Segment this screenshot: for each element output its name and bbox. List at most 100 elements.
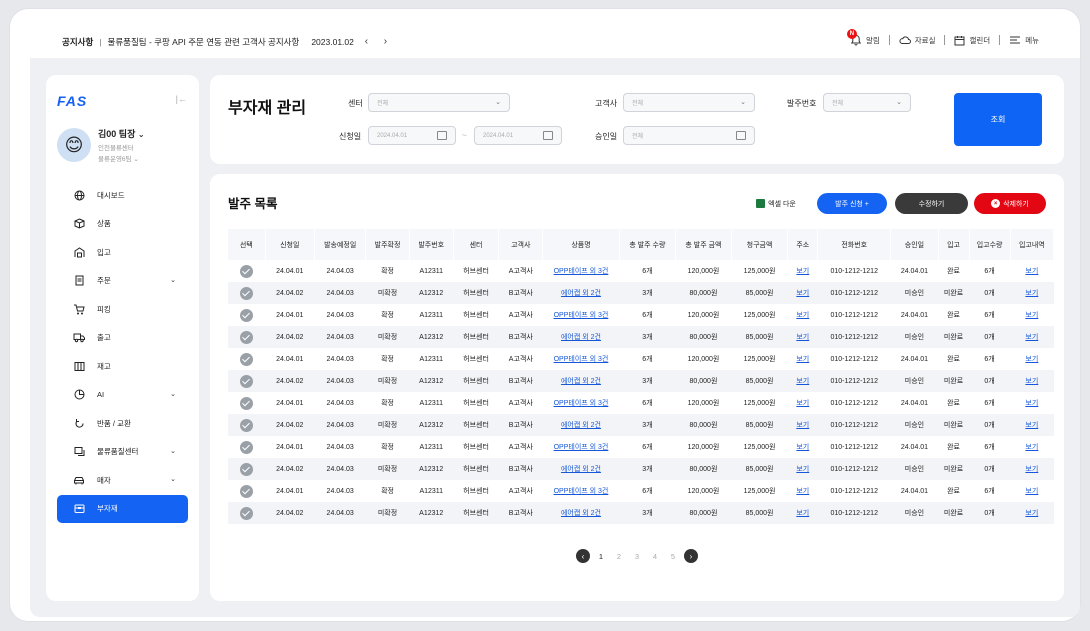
cell-link[interactable]: 보기 bbox=[796, 400, 809, 407]
row-checkbox[interactable] bbox=[240, 484, 254, 498]
column-header[interactable]: 센터 bbox=[453, 229, 500, 260]
nav-archive[interactable]: 자료실 bbox=[890, 35, 945, 46]
approve-date-input[interactable]: 전체 bbox=[623, 126, 755, 145]
table-row[interactable]: 24.04.02 24.04.03 미확정 A12312 허브센터 B고객사 에어캡 외 2… bbox=[228, 326, 1054, 348]
sidebar-collapse-icon[interactable]: |← bbox=[176, 94, 187, 104]
page-number[interactable]: 3 bbox=[630, 552, 644, 561]
cell-link[interactable]: 보기 bbox=[796, 378, 809, 385]
edit-button[interactable]: 수정하기 bbox=[895, 193, 968, 214]
cell-link[interactable]: 보기 bbox=[796, 444, 809, 451]
cell-link[interactable]: OPP테이프 외 3건 bbox=[554, 400, 609, 407]
column-header[interactable]: 상품명 bbox=[542, 229, 620, 260]
column-header[interactable]: 발주번호 bbox=[409, 229, 454, 260]
logo[interactable]: FAS bbox=[57, 93, 87, 109]
chevron-down-icon[interactable]: ⌄ bbox=[170, 475, 176, 483]
cell-link[interactable]: 보기 bbox=[1025, 400, 1038, 407]
column-header[interactable]: 총 발주 수량 bbox=[619, 229, 677, 260]
next-page-icon[interactable]: › bbox=[684, 549, 698, 563]
table-row[interactable]: 24.04.02 24.04.03 미확정 A12312 허브센터 B고객사 에어캡 외 2… bbox=[228, 414, 1054, 436]
client-select[interactable]: 전체 ⌄ bbox=[623, 93, 755, 112]
table-row[interactable]: 24.04.01 24.04.03 확정 A12311 허브센터 A고객사 OPP테이프 외… bbox=[228, 392, 1054, 414]
calendar-icon[interactable] bbox=[736, 131, 746, 140]
nav-calendar[interactable]: 캘린더 bbox=[945, 35, 999, 46]
dept-chevron-icon[interactable]: ⌄ bbox=[133, 156, 138, 163]
sidebar-item[interactable]: 재고 bbox=[57, 352, 188, 381]
cell-link[interactable]: 에어캡 외 2건 bbox=[561, 510, 601, 517]
table-row[interactable]: 24.04.02 24.04.03 미확정 A12312 허브센터 B고객사 에어캡 외 2… bbox=[228, 458, 1054, 480]
cell-link[interactable]: OPP테이프 외 3건 bbox=[554, 488, 609, 495]
table-row[interactable]: 24.04.01 24.04.03 확정 A12311 허브센터 A고객사 OPP테이프 외… bbox=[228, 260, 1054, 282]
cell-link[interactable]: 보기 bbox=[796, 356, 809, 363]
column-header[interactable]: 선택 bbox=[228, 229, 266, 260]
cell-link[interactable]: OPP테이프 외 3건 bbox=[554, 268, 609, 275]
column-header[interactable]: 전화번호 bbox=[817, 229, 892, 260]
center-select[interactable]: 전체 ⌄ bbox=[368, 93, 510, 112]
table-row[interactable]: 24.04.02 24.04.03 미확정 A12312 허브센터 B고객사 에어캡 외 2… bbox=[228, 282, 1054, 304]
table-row[interactable]: 24.04.01 24.04.03 확정 A12311 허브센터 A고객사 OPP테이프 외… bbox=[228, 436, 1054, 458]
order-request-button[interactable]: 발주 신청 + bbox=[817, 193, 887, 214]
row-checkbox[interactable] bbox=[240, 440, 254, 454]
cell-link[interactable]: OPP테이프 외 3건 bbox=[554, 356, 609, 363]
row-checkbox[interactable] bbox=[240, 374, 254, 388]
cell-link[interactable]: 보기 bbox=[1025, 422, 1038, 429]
cell-link[interactable]: 보기 bbox=[1025, 312, 1038, 319]
cell-link[interactable]: 보기 bbox=[796, 312, 809, 319]
cell-link[interactable]: 보기 bbox=[1025, 268, 1038, 275]
row-checkbox[interactable] bbox=[240, 396, 254, 410]
cell-link[interactable]: 보기 bbox=[1025, 356, 1038, 363]
cell-link[interactable]: 보기 bbox=[1025, 510, 1038, 517]
cell-link[interactable]: 에어캡 외 2건 bbox=[561, 422, 601, 429]
calendar-icon[interactable] bbox=[543, 131, 553, 140]
row-checkbox[interactable] bbox=[240, 352, 254, 366]
chevron-down-icon[interactable]: ⌄ bbox=[170, 447, 176, 455]
row-checkbox[interactable] bbox=[240, 418, 254, 432]
table-row[interactable]: 24.04.02 24.04.03 미확정 A12312 허브센터 B고객사 에어캡 외 2… bbox=[228, 370, 1054, 392]
table-row[interactable]: 24.04.01 24.04.03 확정 A12311 허브센터 A고객사 OPP테이프 외… bbox=[228, 348, 1054, 370]
search-button[interactable]: 조회 bbox=[954, 93, 1042, 146]
row-checkbox[interactable] bbox=[240, 506, 254, 520]
sidebar-item[interactable]: 대시보드 bbox=[57, 181, 188, 210]
calendar-icon[interactable] bbox=[437, 131, 447, 140]
cell-link[interactable]: 보기 bbox=[1025, 290, 1038, 297]
sidebar-item[interactable]: 반품 / 교환 bbox=[57, 409, 188, 438]
column-header[interactable]: 청구금액 bbox=[731, 229, 789, 260]
chevron-down-icon[interactable]: ⌄ bbox=[170, 276, 176, 284]
cell-link[interactable]: 보기 bbox=[796, 466, 809, 473]
column-header[interactable]: 입고수량 bbox=[969, 229, 1011, 260]
sidebar-item[interactable]: 부자재 bbox=[57, 494, 188, 523]
cell-link[interactable]: OPP테이프 외 3건 bbox=[554, 312, 609, 319]
cell-link[interactable]: 보기 bbox=[796, 268, 809, 275]
sidebar-item[interactable]: 피킹 bbox=[57, 295, 188, 324]
sidebar-item[interactable]: AI ⌄ bbox=[57, 381, 188, 410]
prev-page-icon[interactable]: ‹ bbox=[576, 549, 590, 563]
order-no-select[interactable]: 전체 ⌄ bbox=[823, 93, 911, 112]
cell-link[interactable]: 보기 bbox=[796, 422, 809, 429]
page-number[interactable]: 1 bbox=[594, 552, 608, 561]
column-header[interactable]: 발주확정 bbox=[365, 229, 410, 260]
column-header[interactable]: 주소 bbox=[787, 229, 819, 260]
column-header[interactable]: 발송예정일 bbox=[314, 229, 367, 260]
sidebar-item[interactable]: 매자 ⌄ bbox=[57, 466, 188, 495]
cell-link[interactable]: 보기 bbox=[796, 290, 809, 297]
column-header[interactable]: 입고 bbox=[938, 229, 970, 260]
cell-link[interactable]: OPP테이프 외 3건 bbox=[554, 444, 609, 451]
page-number[interactable]: 5 bbox=[666, 552, 680, 561]
notice-text[interactable]: 물류품질팀 - 쿠팡 API 주문 연동 관련 고객사 공지사항 bbox=[108, 36, 300, 48]
row-checkbox[interactable] bbox=[240, 264, 254, 278]
user-profile[interactable]: 😊 김00 팀장 ⌄ 인천물류센터 물류운영6팀 ⌄ bbox=[57, 127, 145, 163]
date-from-input[interactable]: 2024.04.01 bbox=[368, 126, 456, 145]
cell-link[interactable]: 보기 bbox=[1025, 444, 1038, 451]
table-row[interactable]: 24.04.01 24.04.03 확정 A12311 허브센터 A고객사 OPP테이프 외… bbox=[228, 304, 1054, 326]
table-row[interactable]: 24.04.02 24.04.03 미확정 A12312 허브센터 B고객사 에어캡 외 2… bbox=[228, 502, 1054, 524]
row-checkbox[interactable] bbox=[240, 462, 254, 476]
column-header[interactable]: 승인일 bbox=[890, 229, 939, 260]
notice-bar[interactable]: 공지사항 | 물류품질팀 - 쿠팡 API 주문 연동 관련 고객사 공지사항 … bbox=[62, 35, 392, 48]
delete-button[interactable]: × 삭제하기 bbox=[974, 193, 1046, 214]
cell-link[interactable]: 에어캡 외 2건 bbox=[561, 466, 601, 473]
date-to-input[interactable]: 2024.04.01 bbox=[474, 126, 562, 145]
cell-link[interactable]: 보기 bbox=[796, 488, 809, 495]
row-checkbox[interactable] bbox=[240, 308, 254, 322]
notice-next-icon[interactable]: › bbox=[379, 35, 392, 48]
cell-link[interactable]: 보기 bbox=[1025, 378, 1038, 385]
table-row[interactable]: 24.04.01 24.04.03 확정 A12311 허브센터 A고객사 OPP테이프 외… bbox=[228, 480, 1054, 502]
